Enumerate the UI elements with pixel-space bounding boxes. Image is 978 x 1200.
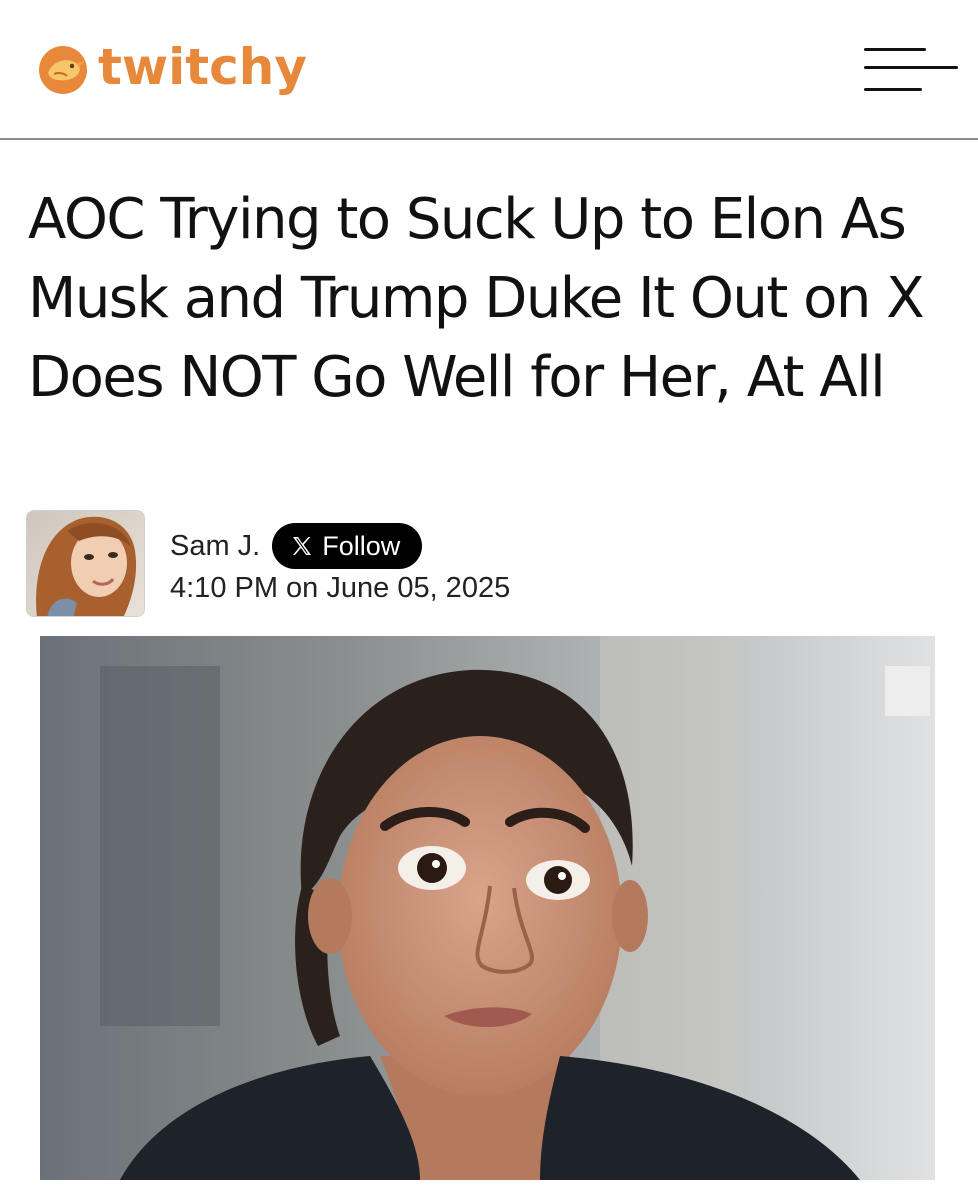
hero-photo — [40, 636, 935, 1180]
author-avatar[interactable] — [26, 510, 145, 617]
site-header: twitchy — [0, 0, 978, 140]
site-logo[interactable]: twitchy — [36, 38, 307, 102]
follow-button[interactable]: Follow — [272, 523, 423, 569]
hamburger-menu-icon[interactable] — [860, 44, 960, 96]
article-headline: AOC Trying to Suck Up to Elon As Musk an… — [28, 187, 925, 410]
publish-timestamp: 4:10 PM on June 05, 2025 — [170, 572, 511, 604]
author-row: Sam J. Follow — [170, 522, 423, 570]
follow-label: Follow — [322, 530, 401, 561]
x-logo-icon — [293, 537, 312, 555]
bird-icon — [39, 46, 87, 94]
logo-text: twitchy — [98, 38, 307, 96]
author-name[interactable]: Sam J. — [170, 530, 260, 563]
